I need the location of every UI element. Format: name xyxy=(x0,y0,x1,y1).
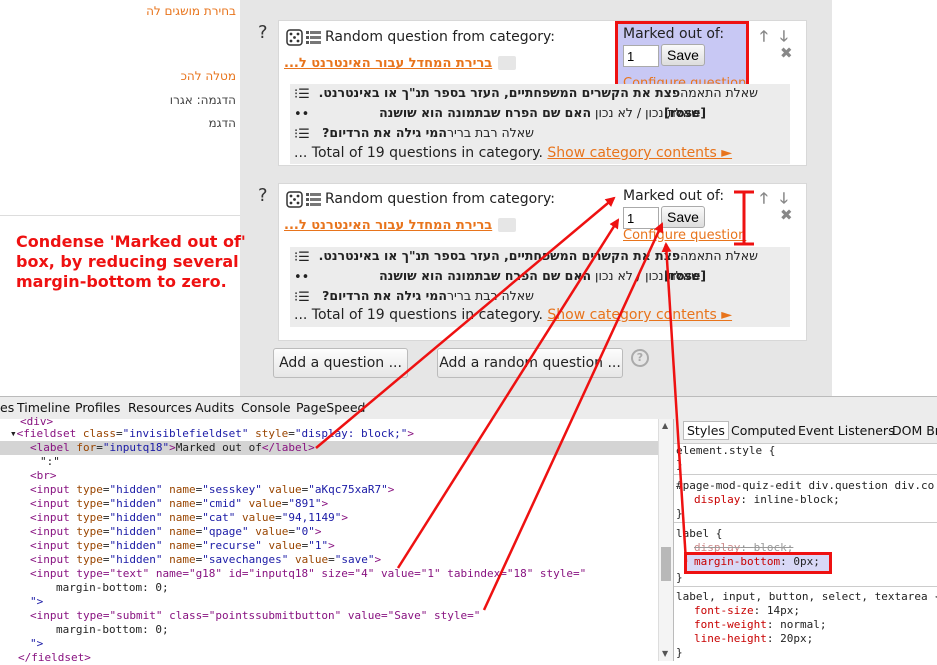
arrow-label xyxy=(315,196,616,449)
arrow-margin xyxy=(661,242,688,563)
annotation-arrows xyxy=(315,196,688,611)
arrow-save xyxy=(482,222,664,611)
arrow-input xyxy=(396,218,620,569)
